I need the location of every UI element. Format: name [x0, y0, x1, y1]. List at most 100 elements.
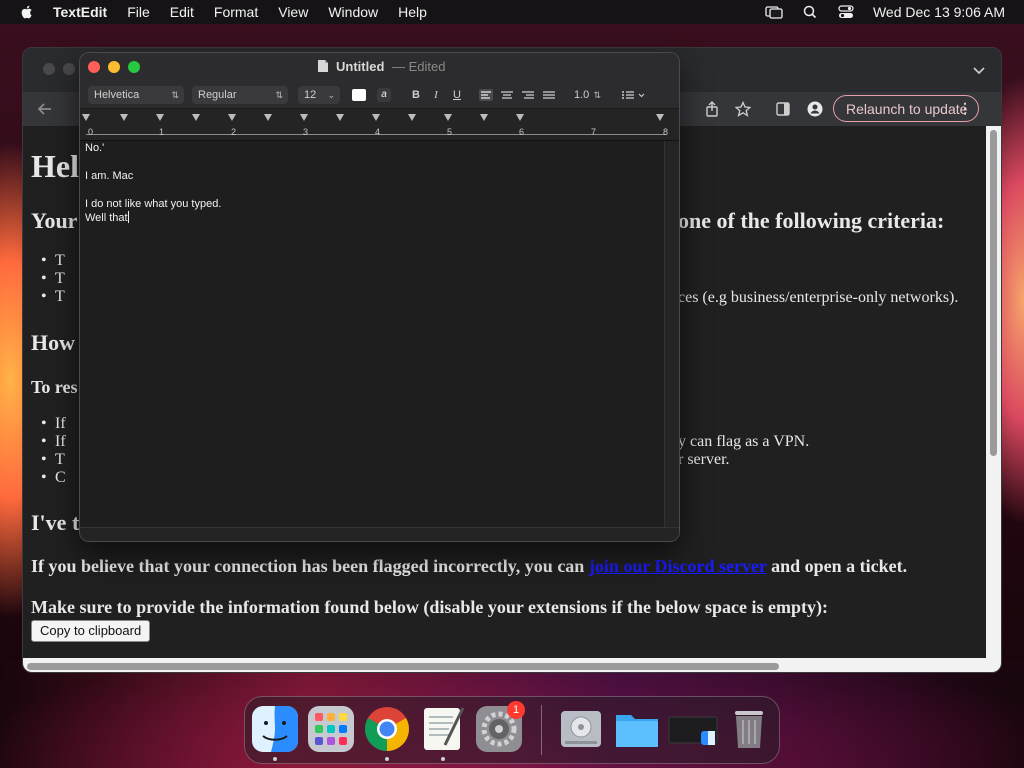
chrome-close-dot[interactable]: [43, 63, 55, 75]
text-line: Well that: [85, 212, 128, 224]
text-ruler[interactable]: 0 1 2 3 4 5 6 7 8: [80, 109, 679, 141]
ruler-tab-stop[interactable]: [192, 114, 200, 121]
share-icon[interactable]: [704, 101, 720, 117]
notification-badge: 1: [507, 701, 525, 719]
ruler-tab-stop[interactable]: [480, 114, 488, 121]
up-down-chevron-icon: ⇅: [171, 90, 179, 100]
folder-icon[interactable]: [613, 705, 661, 753]
text-line-with-caret: Well that: [85, 211, 665, 225]
ruler-tab-stop[interactable]: [444, 114, 452, 121]
discord-link[interactable]: join our Discord server: [589, 556, 767, 576]
ruler-tab-stop[interactable]: [228, 114, 236, 121]
menu-edit[interactable]: Edit: [170, 4, 194, 20]
font-family-select[interactable]: Helvetica ⇅: [88, 86, 184, 104]
apple-icon[interactable]: [19, 4, 35, 20]
textedit-icon[interactable]: [419, 705, 467, 753]
spotlight-search-icon[interactable]: [801, 5, 819, 19]
launchpad-icon[interactable]: [307, 705, 355, 753]
tab-search-chevron-icon[interactable]: [971, 62, 987, 78]
zoom-window-button[interactable]: [128, 61, 140, 73]
finder-window-icon: [668, 716, 718, 745]
font-style-select[interactable]: Regular ⇅: [192, 86, 288, 104]
minimize-window-button[interactable]: [108, 61, 120, 73]
running-indicator: [273, 757, 277, 761]
screen-mirroring-icon[interactable]: [765, 5, 783, 19]
close-window-button[interactable]: [88, 61, 100, 73]
relaunch-to-update-button[interactable]: Relaunch to update ⋮: [833, 95, 979, 122]
list-item-tail: ces (e.g business/enterprise-only networ…: [678, 289, 959, 306]
chrome-menu-icon[interactable]: ⋮: [958, 100, 972, 117]
menu-format[interactable]: Format: [214, 4, 258, 20]
scrollbar-thumb[interactable]: [27, 663, 779, 670]
document-icon: [318, 60, 328, 72]
align-right-icon[interactable]: [520, 87, 536, 103]
text-line: No.': [85, 142, 105, 154]
ruler-number: 7: [591, 127, 597, 137]
menubar-clock[interactable]: Wed Dec 13 9:06 AM: [873, 4, 1005, 20]
ruler-tab-stop[interactable]: [408, 114, 416, 121]
scrollbar-thumb[interactable]: [990, 130, 997, 456]
running-indicator: [385, 757, 389, 761]
system-settings-icon[interactable]: 1: [475, 701, 525, 753]
ruler-number: 2: [231, 127, 237, 137]
ruler-indent-marker[interactable]: [82, 114, 90, 121]
list-bullets-icon[interactable]: [620, 87, 646, 103]
menu-help[interactable]: Help: [398, 4, 427, 20]
provide-info-paragraph: Make sure to provide the information fou…: [31, 597, 829, 617]
ruler-tab-stop[interactable]: [516, 114, 524, 121]
font-size-value: 12: [304, 89, 317, 101]
app-menu-textedit[interactable]: TextEdit: [53, 4, 107, 20]
finder-icon[interactable]: [251, 705, 299, 753]
bookmark-star-icon[interactable]: [735, 101, 751, 117]
side-panel-icon[interactable]: [775, 101, 791, 117]
line-spacing-select[interactable]: 1.0 ⇅: [568, 86, 606, 104]
ruler-right-margin-marker[interactable]: [656, 114, 664, 121]
textedit-bottom-edge: [80, 527, 679, 541]
align-center-icon[interactable]: [499, 87, 515, 103]
ruler-tab-stop[interactable]: [264, 114, 272, 121]
menu-window[interactable]: Window: [328, 4, 378, 20]
minimized-window-thumbnail[interactable]: [667, 705, 721, 753]
back-arrow-icon[interactable]: [37, 101, 53, 117]
underline-button[interactable]: U: [449, 87, 465, 103]
flagged-paragraph: If you believe that your connection has …: [31, 556, 907, 577]
textedit-vertical-scrollbar[interactable]: [664, 141, 679, 527]
justify-icon[interactable]: [541, 87, 557, 103]
align-left-icon[interactable]: [478, 87, 494, 103]
ruler-tab-stop[interactable]: [372, 114, 380, 121]
ruler-tab-stop[interactable]: [300, 114, 308, 121]
control-center-icon[interactable]: [837, 5, 855, 19]
list-item: C: [41, 469, 65, 487]
section-heading-ive: I've t: [31, 510, 80, 535]
copy-to-clipboard-button[interactable]: Copy to clipboard: [31, 620, 151, 642]
trash-icon[interactable]: [725, 705, 773, 753]
ruler-tab-stop[interactable]: [120, 114, 128, 121]
menu-file[interactable]: File: [127, 4, 150, 20]
text-editing-area[interactable]: No.' I am. Mac I do not like what you ty…: [80, 141, 665, 527]
chrome-icon[interactable]: [363, 705, 411, 753]
page-vertical-scrollbar[interactable]: [986, 126, 1001, 658]
font-size-select[interactable]: 12 ⌄: [298, 86, 340, 104]
disk-utility-icon[interactable]: [557, 705, 605, 753]
text-color-swatch[interactable]: [352, 89, 366, 101]
flagged-text-before: If you believe that your connection has …: [31, 556, 585, 576]
ruler-number: 1: [159, 127, 165, 137]
chrome-minimize-dot[interactable]: [63, 63, 75, 75]
criteria-heading-left: Your: [31, 208, 78, 233]
ruler-tab-stop[interactable]: [336, 114, 344, 121]
ruler-tab-stop[interactable]: [156, 114, 164, 121]
highlight-color-icon[interactable]: a: [377, 88, 391, 102]
chevron-down-icon: ⌄: [327, 90, 335, 100]
textedit-title-bar[interactable]: Untitled — Edited: [80, 53, 679, 81]
italic-button[interactable]: I: [428, 87, 444, 103]
list-item: If: [41, 433, 65, 451]
text-line: [85, 183, 665, 197]
menu-view[interactable]: View: [278, 4, 308, 20]
running-indicator: [441, 757, 445, 761]
up-down-chevron-icon: ⇅: [275, 90, 283, 100]
bold-button[interactable]: B: [408, 87, 424, 103]
list-item: T: [41, 270, 64, 288]
profile-avatar-icon[interactable]: [807, 101, 823, 117]
page-horizontal-scrollbar[interactable]: [23, 658, 1001, 672]
flagged-text-after: and open a ticket.: [771, 556, 908, 576]
